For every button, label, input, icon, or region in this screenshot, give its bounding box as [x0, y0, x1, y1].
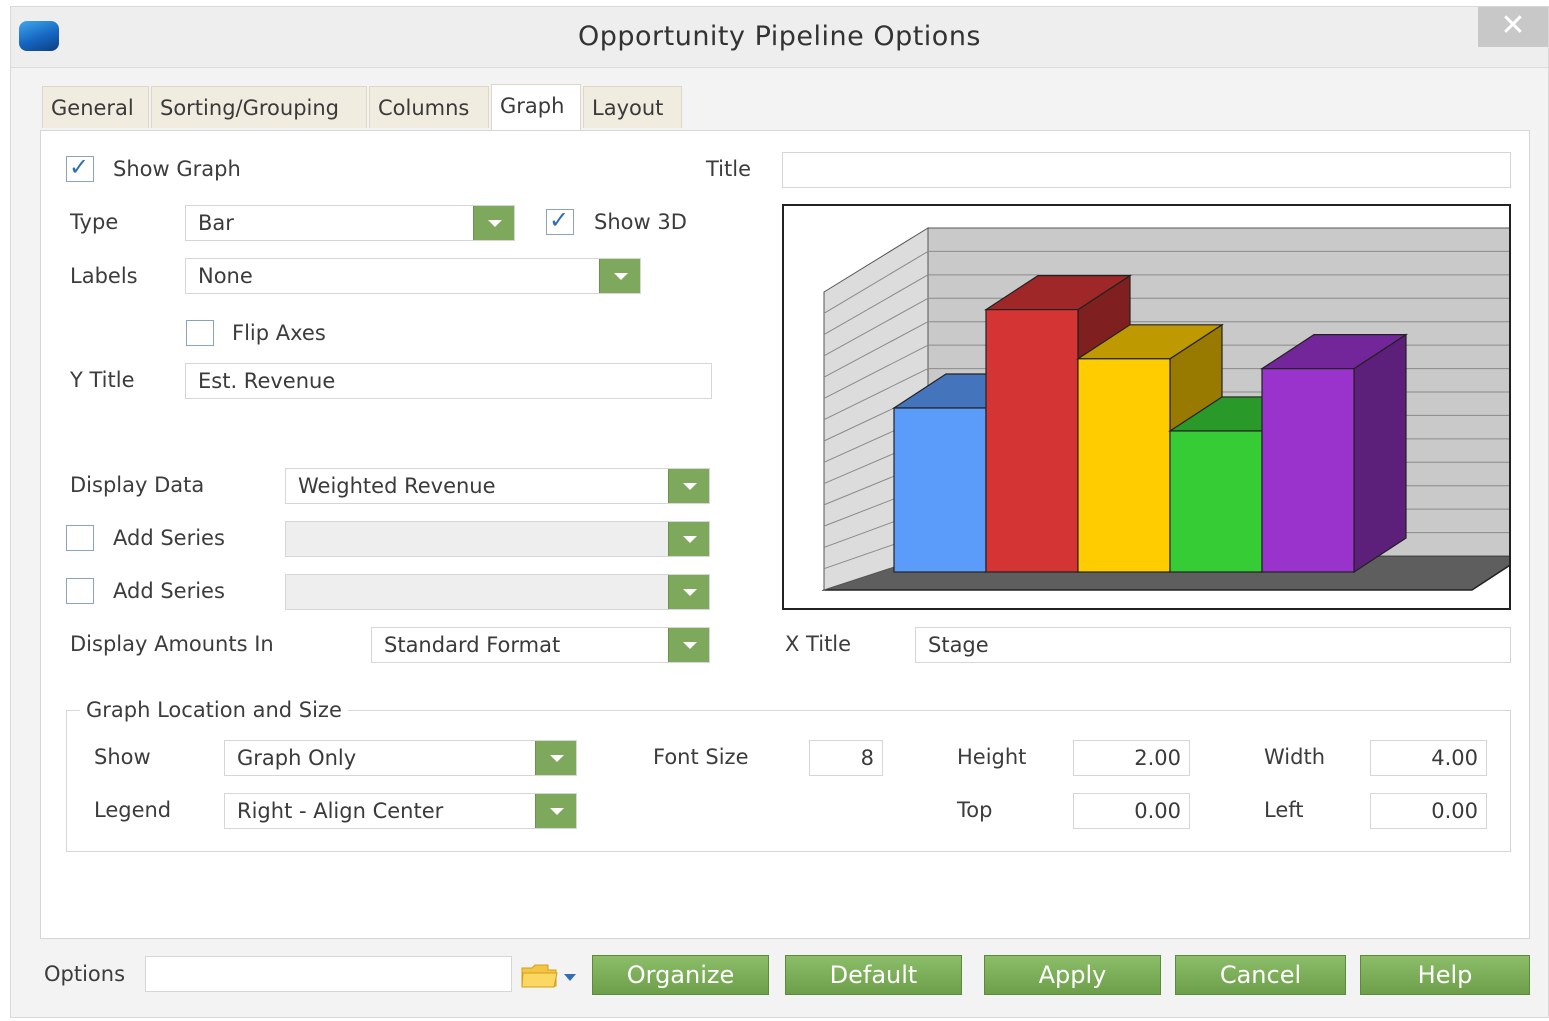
close-button[interactable]: ✕ [1478, 7, 1548, 47]
tab-layout[interactable]: Layout [583, 86, 682, 128]
display-amounts-label: Display Amounts In [70, 632, 274, 656]
y-title-field[interactable]: Est. Revenue [185, 363, 712, 399]
title-label: Title [706, 157, 752, 181]
bar [1169, 430, 1263, 573]
height-field[interactable]: 2.00 [1073, 740, 1190, 776]
font-size-field[interactable]: 8 [809, 740, 883, 776]
bar [985, 308, 1079, 573]
apply-button[interactable]: Apply [984, 955, 1161, 995]
bar [893, 407, 987, 573]
chevron-down-icon[interactable] [668, 575, 709, 609]
y-title-label: Y Title [70, 368, 135, 392]
add-series-2-dropdown[interactable] [285, 574, 710, 610]
legend-dropdown[interactable]: Right - Align Center [224, 793, 577, 829]
type-value: Bar [198, 211, 234, 235]
labels-dropdown[interactable]: None [185, 258, 641, 294]
top-field[interactable]: 0.00 [1073, 793, 1190, 829]
options-label: Options [44, 962, 126, 986]
show-graph-checkbox[interactable]: ✓ [66, 153, 94, 182]
add-series-1-checkbox[interactable] [66, 525, 94, 551]
flip-axes-checkbox[interactable] [186, 320, 214, 346]
width-field[interactable]: 4.00 [1370, 740, 1487, 776]
show-graph-label: Show Graph [113, 157, 241, 181]
show-dropdown[interactable]: Graph Only [224, 740, 577, 776]
bar [1261, 368, 1355, 573]
chevron-down-icon[interactable] [473, 206, 514, 240]
labels-label: Labels [70, 264, 138, 288]
group-title: Graph Location and Size [80, 698, 348, 722]
chevron-down-icon[interactable] [599, 259, 640, 293]
left-field[interactable]: 0.00 [1370, 793, 1487, 829]
title-bar[interactable]: Opportunity Pipeline Options ✕ [11, 7, 1548, 68]
display-data-label: Display Data [70, 473, 205, 497]
add-series-1-label: Add Series [113, 526, 225, 550]
type-label: Type [70, 210, 119, 234]
chevron-down-icon[interactable] [535, 794, 576, 828]
display-amounts-value: Standard Format [384, 633, 561, 657]
type-dropdown[interactable]: Bar [185, 205, 515, 241]
labels-value: None [198, 264, 253, 288]
chevron-down-icon[interactable] [535, 741, 576, 775]
chevron-down-icon[interactable] [668, 628, 709, 662]
width-label: Width [1264, 745, 1326, 769]
bar [1077, 358, 1171, 573]
chevron-down-icon[interactable] [668, 522, 709, 556]
show-value: Graph Only [237, 746, 357, 770]
show-label: Show [94, 745, 151, 769]
tab-sorting-grouping[interactable]: Sorting/Grouping [151, 86, 367, 128]
show-3d-label: Show 3D [594, 210, 687, 234]
organize-button[interactable]: Organize [592, 955, 769, 995]
display-amounts-dropdown[interactable]: Standard Format [371, 627, 710, 663]
add-series-1-dropdown[interactable] [285, 521, 710, 557]
checkmark-icon: ✓ [549, 206, 570, 234]
legend-value: Right - Align Center [237, 799, 444, 823]
tab-columns[interactable]: Columns [369, 86, 489, 128]
height-label: Height [957, 745, 1027, 769]
options-field[interactable] [145, 956, 512, 992]
left-label: Left [1264, 798, 1304, 822]
display-data-dropdown[interactable]: Weighted Revenue [285, 468, 710, 504]
x-title-label: X Title [785, 632, 852, 656]
help-button[interactable]: Help [1360, 955, 1530, 995]
show-3d-checkbox[interactable]: ✓ [546, 206, 574, 235]
folder-menu-button[interactable] [520, 960, 578, 992]
graph-location-group [66, 710, 1511, 852]
tab-general[interactable]: General [42, 86, 149, 128]
flip-axes-label: Flip Axes [232, 321, 326, 345]
window-title: Opportunity Pipeline Options [577, 21, 982, 52]
chevron-down-icon[interactable] [668, 469, 709, 503]
title-field[interactable] [782, 152, 1511, 188]
graph-preview [782, 204, 1527, 610]
add-series-2-label: Add Series [113, 579, 225, 603]
legend-label: Legend [94, 798, 172, 822]
bar-chart [821, 227, 1527, 591]
checkmark-icon: ✓ [69, 153, 90, 181]
default-button[interactable]: Default [785, 955, 962, 995]
x-title-field[interactable]: Stage [915, 627, 1511, 663]
folder-icon [521, 964, 576, 988]
bar-side [1353, 333, 1407, 574]
top-label: Top [957, 798, 993, 822]
display-data-value: Weighted Revenue [298, 474, 496, 498]
cancel-button[interactable]: Cancel [1175, 955, 1346, 995]
tab-graph[interactable]: Graph [491, 84, 581, 130]
add-series-2-checkbox[interactable] [66, 578, 94, 604]
font-size-label: Font Size [653, 745, 749, 769]
